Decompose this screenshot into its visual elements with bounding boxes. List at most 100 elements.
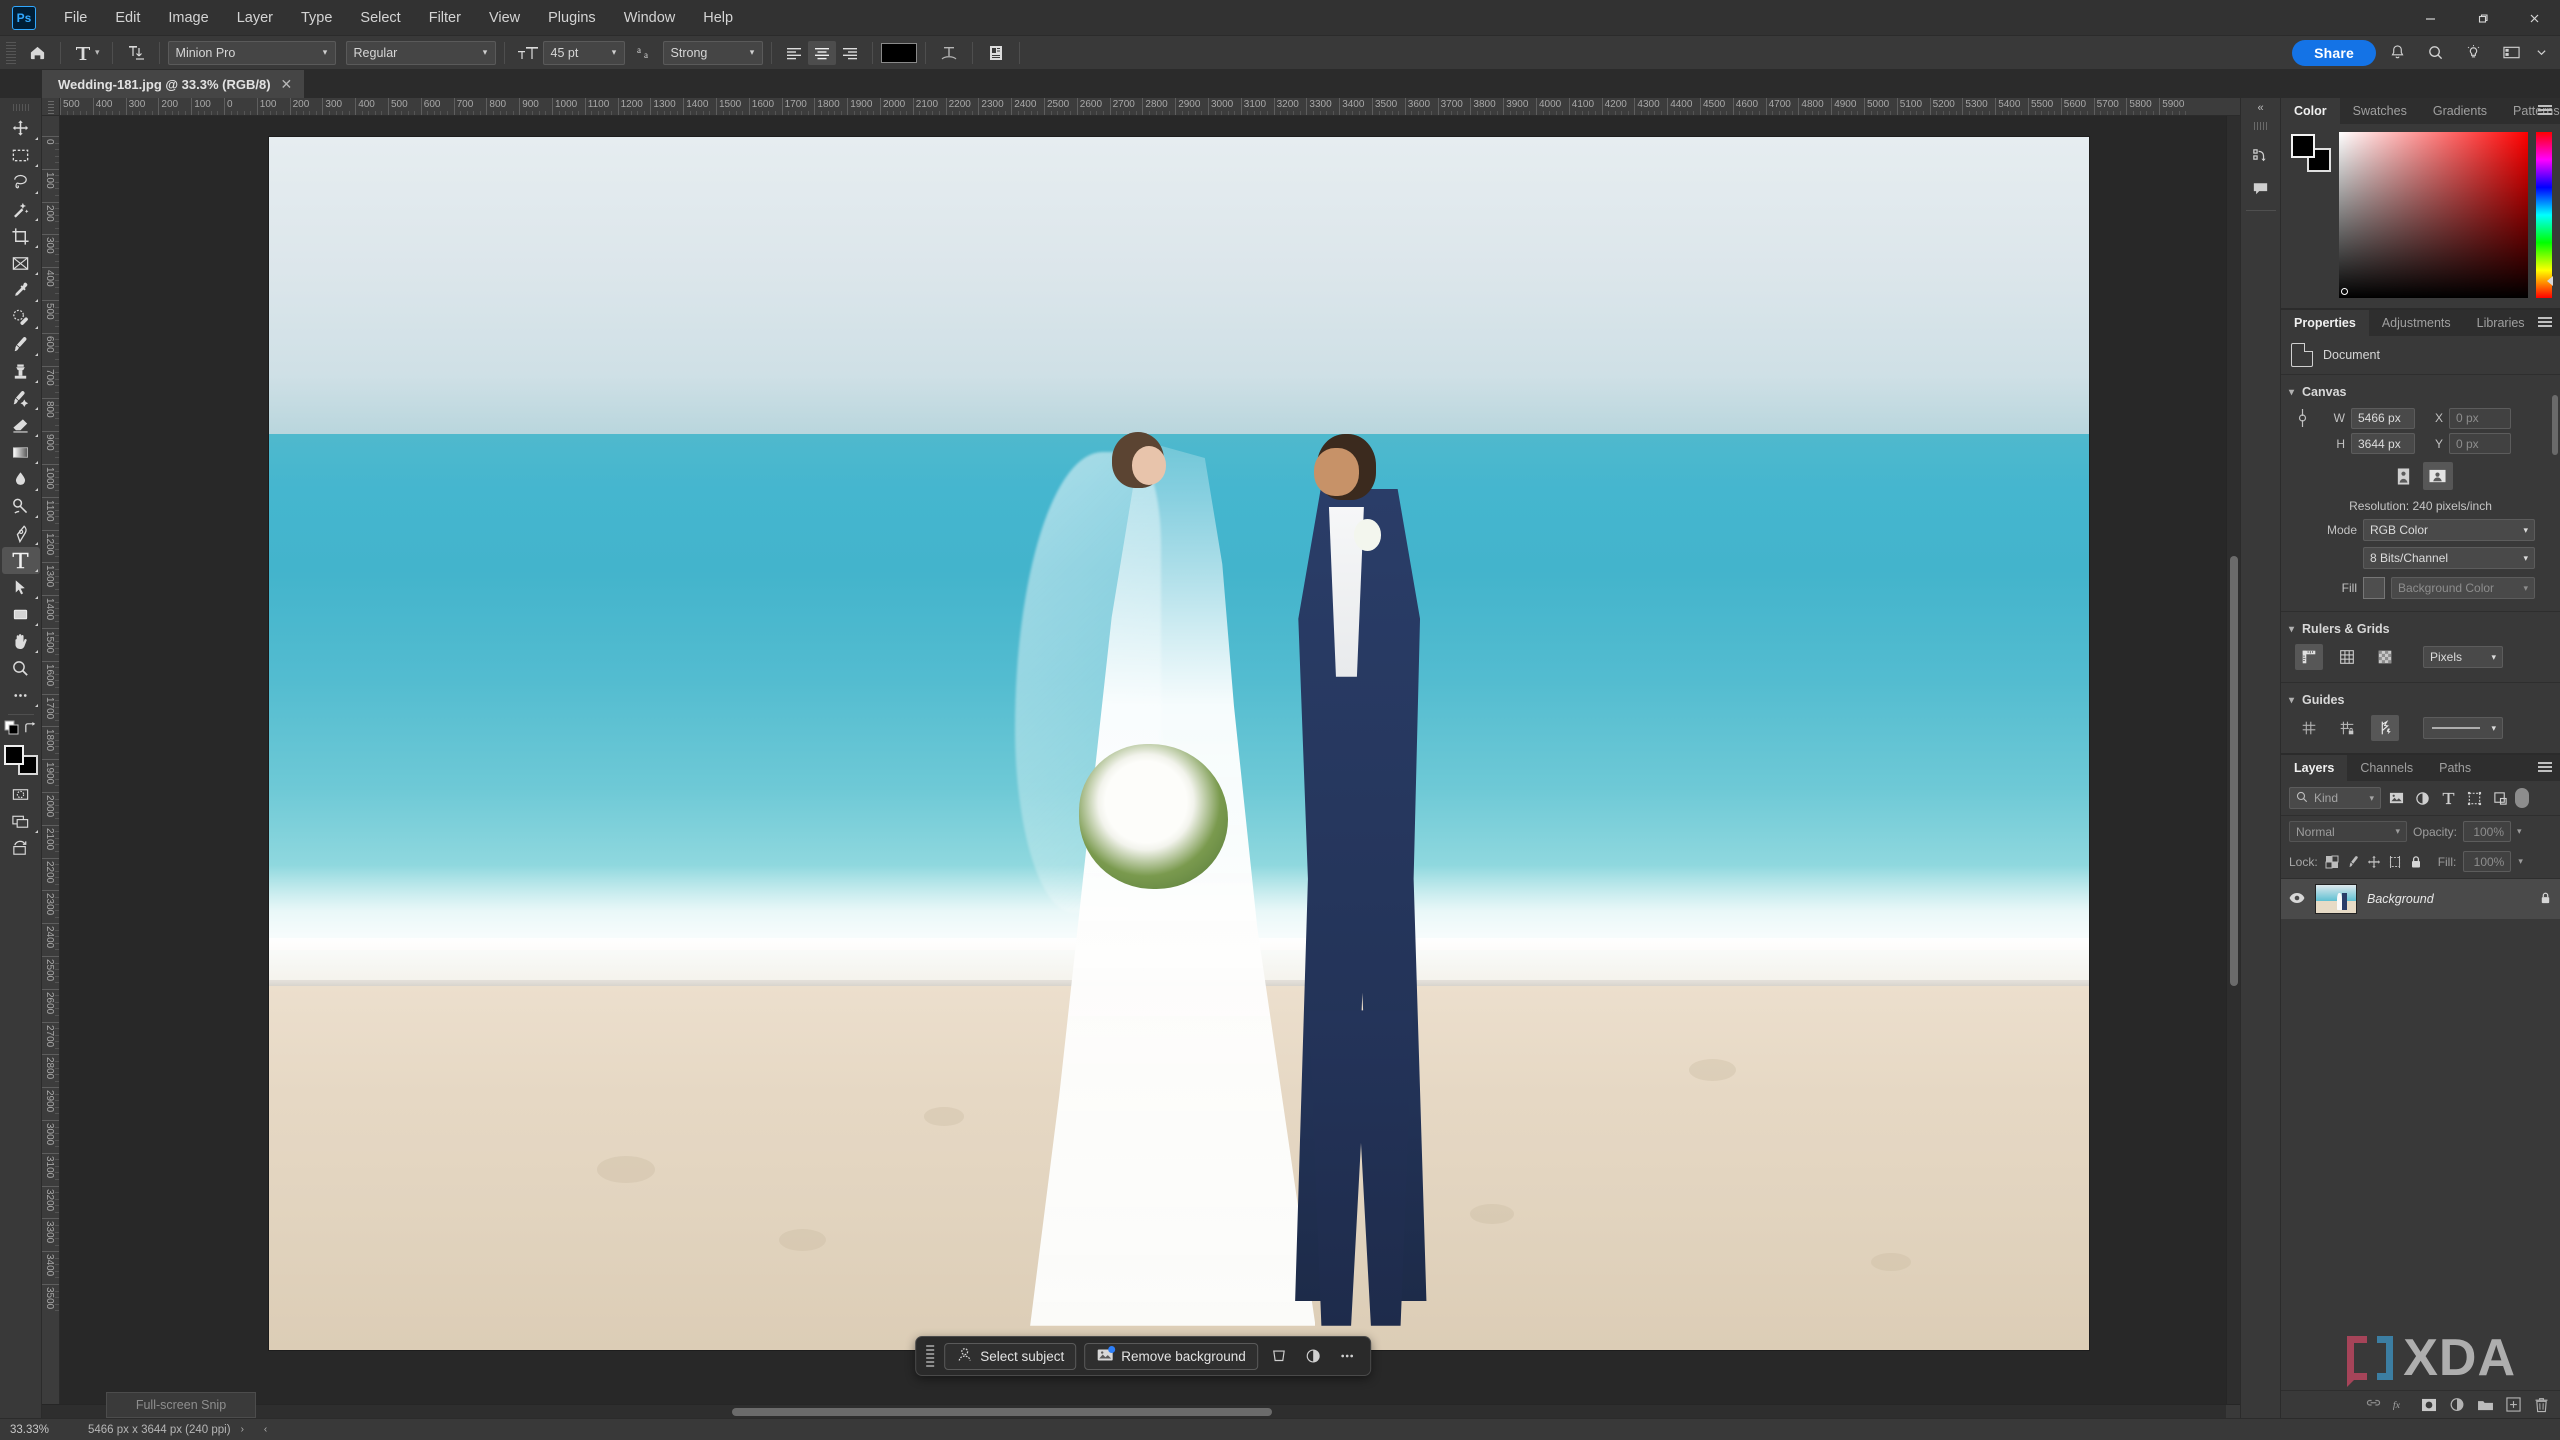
lock-guides-icon[interactable]: [2333, 715, 2361, 741]
menu-file[interactable]: File: [50, 4, 101, 32]
y-input[interactable]: 0 px: [2449, 433, 2511, 454]
type-tool[interactable]: [1, 547, 40, 574]
hand-tool[interactable]: [2, 628, 40, 655]
status-expand-icon[interactable]: ›: [231, 1424, 254, 1435]
pixel-filter-icon[interactable]: [2385, 787, 2407, 809]
font-size-chevron-down-icon[interactable]: ▾: [604, 40, 625, 65]
bit-depth-select[interactable]: 8 Bits/Channel ▾: [2363, 547, 2535, 569]
delete-layer-icon[interactable]: [2528, 1393, 2554, 1417]
layer-row-background[interactable]: Background: [2281, 879, 2560, 919]
dodge-tool[interactable]: [2, 493, 40, 520]
lock-image-icon[interactable]: [2346, 855, 2360, 869]
panel-menu-icon[interactable]: [2538, 762, 2552, 774]
new-group-icon[interactable]: [2472, 1393, 2498, 1417]
spot-healing-brush-tool[interactable]: [2, 304, 40, 331]
new-layer-icon[interactable]: [2500, 1393, 2526, 1417]
guide-style-select[interactable]: ▾: [2423, 717, 2503, 739]
fill-select[interactable]: Background Color ▾: [2391, 577, 2535, 599]
fill-color-swatch[interactable]: [2363, 577, 2385, 599]
swap-colors-icon[interactable]: [23, 721, 38, 739]
link-layers-icon[interactable]: [2360, 1393, 2386, 1417]
vertical-scrollbar-thumb[interactable]: [2230, 556, 2238, 986]
properties-scrollbar-thumb[interactable]: [2552, 395, 2558, 455]
character-panel-icon[interactable]: [981, 40, 1011, 66]
color-swatches[interactable]: [3, 745, 38, 775]
edit-toolbar-button[interactable]: [2, 682, 40, 709]
font-style-selector[interactable]: Regular ▾: [345, 40, 496, 65]
screen-mode-icon[interactable]: [2, 808, 40, 835]
chevron-down-icon[interactable]: ▾: [2289, 695, 2294, 706]
hue-slider-handle[interactable]: [2547, 276, 2553, 286]
document-tab[interactable]: Wedding-181.jpg @ 33.3% (RGB/8) ✕: [42, 70, 306, 98]
height-input[interactable]: 3644 px: [2351, 433, 2415, 454]
layer-kind-filter[interactable]: Kind ▾: [2289, 787, 2381, 809]
rectangle-tool[interactable]: [2, 601, 40, 628]
document-image[interactable]: [268, 136, 2090, 1351]
quick-mask-icon[interactable]: [2, 781, 40, 808]
rulers-grids-header[interactable]: ▾ Rulers & Grids: [2281, 618, 2560, 642]
vertical-ruler[interactable]: 0 100 200 300 400 500 600 700 800 900 1000 1100 1200…: [42, 116, 60, 1404]
anti-alias-selector[interactable]: Strong ▾: [662, 40, 763, 65]
show-guides-icon[interactable]: [2295, 715, 2323, 741]
hue-slider[interactable]: [2536, 132, 2553, 298]
panel-menu-icon[interactable]: [2538, 105, 2552, 117]
bell-icon[interactable]: [2380, 38, 2414, 68]
vertical-scrollbar[interactable]: [2226, 116, 2240, 1404]
type-filter-icon[interactable]: [2437, 787, 2459, 809]
select-subject-button[interactable]: Select subject: [944, 1342, 1077, 1370]
color-picker-field[interactable]: [2339, 132, 2528, 298]
smart-guides-icon[interactable]: [2371, 715, 2399, 741]
transform-icon[interactable]: [1266, 1343, 1292, 1369]
object-selection-tool[interactable]: [2, 196, 40, 223]
adjustment-filter-icon[interactable]: [2411, 787, 2433, 809]
default-colors-icon[interactable]: [4, 720, 20, 739]
drag-handle-icon[interactable]: [926, 1345, 935, 1367]
smartobject-filter-icon[interactable]: [2489, 787, 2511, 809]
move-tool[interactable]: [2, 115, 40, 142]
lock-icon[interactable]: [2539, 891, 2552, 908]
share-button[interactable]: Share: [2292, 39, 2376, 66]
active-tool-type-tool[interactable]: ▾: [69, 43, 104, 63]
chevron-down-icon[interactable]: [2532, 38, 2550, 68]
home-icon[interactable]: [22, 40, 52, 66]
adjustment-icon[interactable]: [1300, 1343, 1326, 1369]
tab-color[interactable]: Color: [2281, 98, 2340, 124]
portrait-orientation-icon[interactable]: [2389, 462, 2419, 490]
canvas-stage[interactable]: Select subject Remove background: [60, 116, 2226, 1404]
text-orientation-icon[interactable]: [121, 40, 151, 66]
fill-input[interactable]: 100%: [2463, 851, 2512, 872]
menu-plugins[interactable]: Plugins: [534, 4, 610, 32]
brush-tool[interactable]: [2, 331, 40, 358]
landscape-orientation-icon[interactable]: [2422, 462, 2453, 490]
color-panel-swatches[interactable]: [2289, 134, 2331, 172]
chevron-down-icon[interactable]: ▾: [2517, 826, 2522, 837]
blur-tool[interactable]: [2, 466, 40, 493]
lock-position-icon[interactable]: [2367, 855, 2381, 869]
discover-icon[interactable]: [2456, 38, 2490, 68]
workspace-icon[interactable]: [2494, 38, 2528, 68]
close-button[interactable]: [2508, 0, 2560, 36]
menu-filter[interactable]: Filter: [415, 4, 475, 32]
gradient-tool[interactable]: [2, 439, 40, 466]
menu-layer[interactable]: Layer: [223, 4, 287, 32]
crop-tool[interactable]: [2, 223, 40, 250]
tab-adjustments[interactable]: Adjustments: [2369, 310, 2464, 336]
search-icon[interactable]: [2418, 38, 2452, 68]
history-brush-tool[interactable]: [2, 385, 40, 412]
canvas-section-header[interactable]: ▾ Canvas: [2281, 381, 2560, 405]
lasso-tool[interactable]: [2, 169, 40, 196]
font-family-chevron-down-icon[interactable]: ▾: [315, 40, 336, 65]
tab-swatches[interactable]: Swatches: [2340, 98, 2420, 124]
foreground-color-swatch[interactable]: [3, 745, 24, 765]
zoom-tool[interactable]: [2, 655, 40, 682]
maximize-button[interactable]: [2456, 0, 2508, 36]
menu-window[interactable]: Window: [610, 4, 690, 32]
color-picker-handle[interactable]: [2341, 288, 2348, 295]
menu-image[interactable]: Image: [154, 4, 222, 32]
rulers-icon[interactable]: [2295, 644, 2323, 670]
more-options-icon[interactable]: [1334, 1343, 1360, 1369]
horizontal-ruler[interactable]: 500 400 300 200 100 0 100 200 300 400 500 600 700 800…: [60, 98, 2240, 116]
path-selection-tool[interactable]: [2, 574, 40, 601]
menu-view[interactable]: View: [475, 4, 534, 32]
ruler-origin-corner[interactable]: [42, 98, 60, 116]
